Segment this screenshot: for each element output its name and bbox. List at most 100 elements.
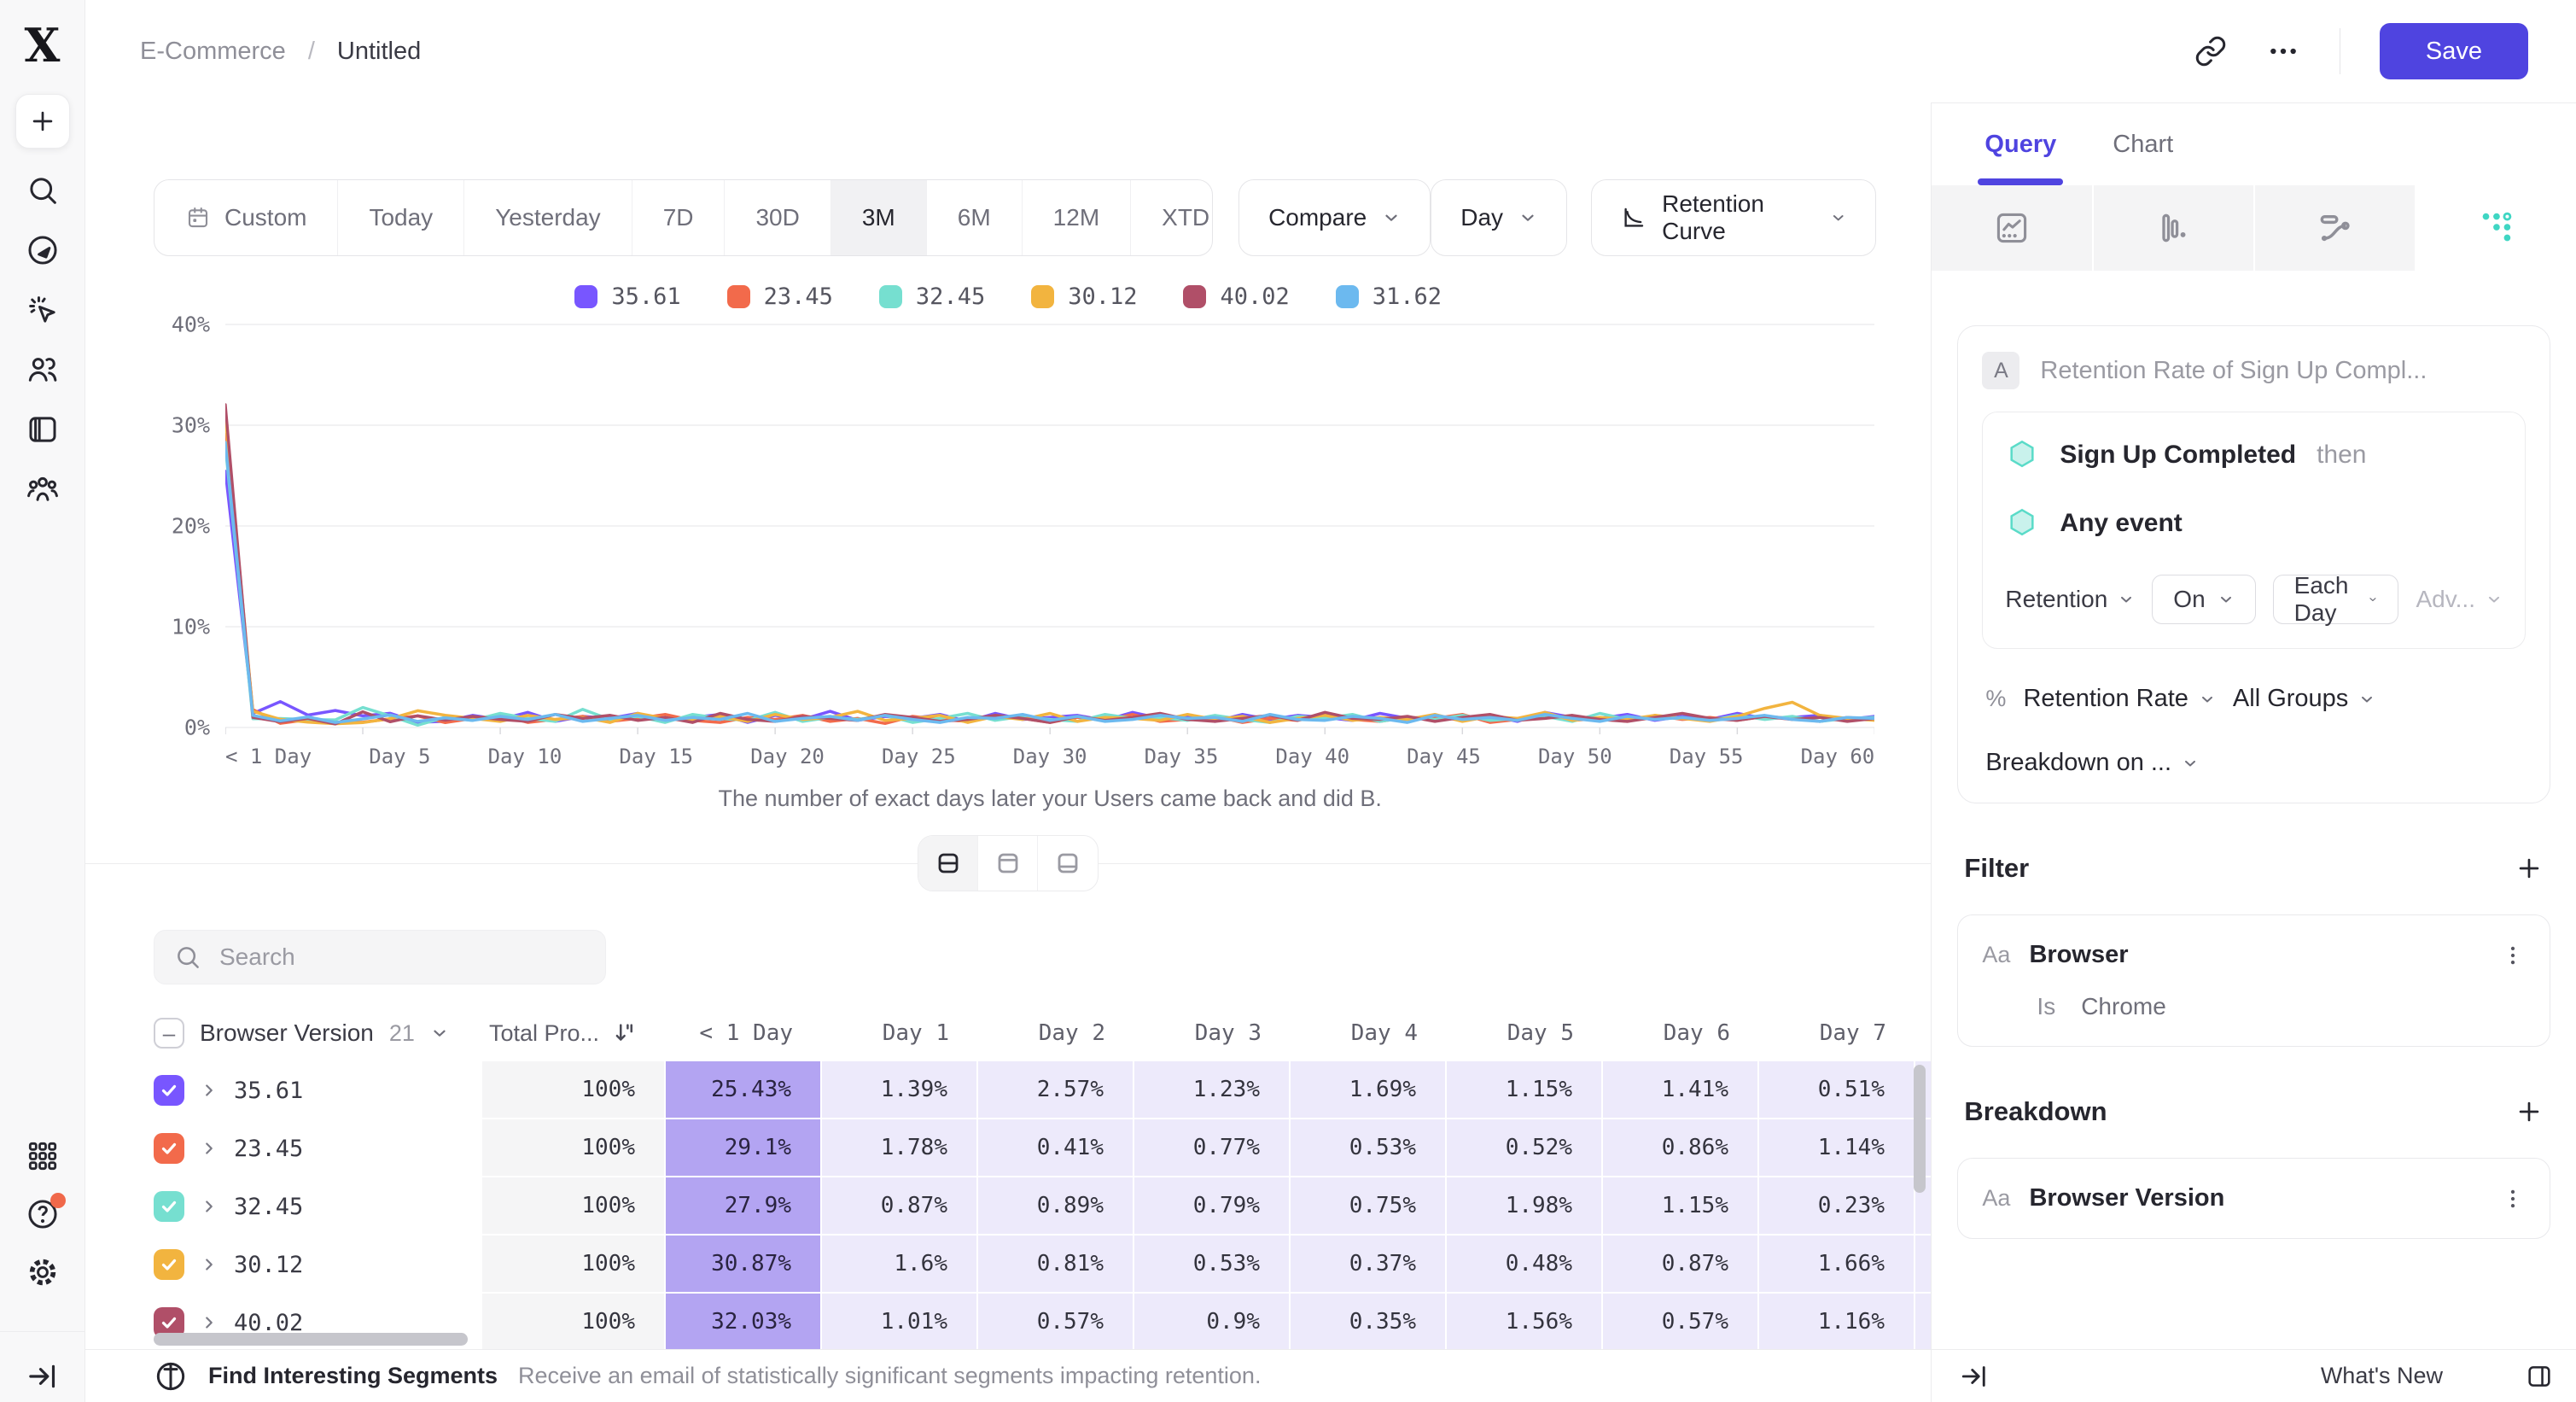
retention-cell[interactable]: 1.98% [1447,1177,1603,1236]
retention-cell[interactable]: 1.14% [1759,1119,1915,1177]
measure-dropdown[interactable]: Retention Rate [2023,685,2215,713]
legend-item[interactable]: 31.62 [1336,283,1442,310]
retention-cell[interactable]: 0.53% [1134,1236,1291,1294]
retention-cell[interactable]: 0.51% [1759,1061,1915,1119]
users-icon[interactable] [23,350,62,389]
retention-cell[interactable]: 0.37% [1291,1236,1447,1294]
retention-cell[interactable]: 0.86% [1603,1119,1759,1177]
row-expand-icon[interactable] [200,1197,219,1216]
time-range-6m[interactable]: 6M [927,180,1023,255]
row-expand-icon[interactable] [200,1255,219,1274]
filter-kebab-icon[interactable] [2500,943,2526,968]
compare-button[interactable]: Compare [1238,179,1431,256]
row-checkbox[interactable] [154,1133,184,1164]
tab-chart[interactable]: Chart [2113,103,2173,185]
retention-cell[interactable]: 1.23% [1134,1061,1291,1119]
segments-footer-title[interactable]: Find Interesting Segments [208,1363,498,1389]
more-options-icon[interactable] [2266,34,2300,68]
compass-icon[interactable] [23,231,62,270]
search-input[interactable] [219,943,586,971]
retention-cell[interactable]: 1.69% [1291,1061,1447,1119]
expand-sidebar-icon[interactable] [23,1351,62,1402]
retention-cell[interactable]: 30.87% [666,1236,822,1294]
funnels-report-button[interactable] [2094,185,2255,271]
insights-report-button[interactable] [1932,185,2093,271]
retention-cell[interactable]: 1.41% [1603,1061,1759,1119]
retention-cell[interactable]: 1.16% [1759,1294,1915,1349]
day-column-header[interactable]: Day 1 [822,1005,978,1061]
layout-chart-button[interactable] [978,836,1038,891]
segments-footer[interactable]: Find Interesting Segments Receive an ema… [85,1349,1931,1402]
time-range-7d[interactable]: 7D [632,180,726,255]
select-all-checkbox[interactable]: – [154,1018,184,1049]
tab-query[interactable]: Query [1984,103,2056,185]
layout-split-button[interactable] [918,836,978,891]
day-column-header[interactable]: Day 6 [1603,1005,1759,1061]
retention-cell[interactable]: 0.35% [1291,1294,1447,1349]
retention-cell[interactable]: 0.9% [1134,1294,1291,1349]
chevron-down-icon[interactable] [430,1024,449,1043]
cohorts-icon[interactable] [23,470,62,509]
retention-cell[interactable]: 0.57% [978,1294,1134,1349]
time-range-3m[interactable]: 3M [831,180,927,255]
groups-dropdown[interactable]: All Groups [2233,685,2375,713]
retention-cell[interactable]: 1.15% [1447,1061,1603,1119]
day-column-header[interactable]: Day 7 [1759,1005,1915,1061]
on-dropdown[interactable]: On [2152,575,2255,624]
retention-cell[interactable]: 0.52% [1447,1119,1603,1177]
time-range-yesterday[interactable]: Yesterday [464,180,632,255]
retention-cell[interactable]: 0.77% [1134,1119,1291,1177]
row-expand-icon[interactable] [200,1139,219,1158]
layout-table-button[interactable] [1038,836,1098,891]
retention-report-button[interactable] [2416,185,2576,271]
advanced-dropdown[interactable]: Adv... [2416,586,2503,613]
retention-cell[interactable]: 0.41% [978,1119,1134,1177]
query-header[interactable]: A Retention Rate of Sign Up Compl... [1982,352,2526,389]
legend-item[interactable]: 35.61 [574,283,680,310]
retention-cell[interactable]: 1.56% [1447,1294,1603,1349]
retention-cell[interactable]: 0.87% [1603,1236,1759,1294]
whats-new-link[interactable]: What's New [2321,1363,2443,1389]
cursor-click-icon[interactable] [23,290,62,330]
breadcrumb-report-title[interactable]: Untitled [337,38,421,66]
total-column-header[interactable]: Total Pro... [482,1005,666,1061]
collapse-panel-icon[interactable] [1959,1361,1990,1392]
flows-report-button[interactable] [2255,185,2416,271]
retention-cell[interactable]: 0.75% [1291,1177,1447,1236]
filter-value[interactable]: Chrome [2081,993,2166,1020]
retention-cell[interactable]: 0.89% [978,1177,1134,1236]
chart-plot-area[interactable] [225,319,1874,736]
day-column-header[interactable]: < 1 Day [666,1005,822,1061]
event-row-a[interactable]: Sign Up Completed then [2005,438,2503,472]
filter-operator[interactable]: Is [2037,993,2055,1020]
breakdown-on-dropdown[interactable]: Breakdown on ... [1985,749,2199,777]
row-expand-icon[interactable] [200,1081,219,1100]
time-range-custom[interactable]: Custom [154,180,338,255]
retention-cell[interactable]: 1.78% [822,1119,978,1177]
retention-cell[interactable]: 27.9% [666,1177,822,1236]
apps-grid-icon[interactable] [23,1136,62,1176]
retention-cell[interactable]: 0.87% [822,1177,978,1236]
day-column-header[interactable]: Day 2 [978,1005,1134,1061]
retention-cell[interactable]: 0.53% [1291,1119,1447,1177]
retention-cell[interactable]: 2.57% [978,1061,1134,1119]
retention-type-dropdown[interactable]: Retention [2005,586,2135,613]
retention-cell[interactable]: 25.43% [666,1061,822,1119]
retention-cell[interactable]: 1.39% [822,1061,978,1119]
boards-icon[interactable] [23,410,62,449]
retention-cell[interactable]: 1.66% [1759,1236,1915,1294]
legend-item[interactable]: 32.45 [879,283,985,310]
day-column-header[interactable]: Day 4 [1291,1005,1447,1061]
retention-cell[interactable]: 1.01% [822,1294,978,1349]
add-filter-button[interactable] [2515,854,2544,883]
legend-item[interactable]: 30.12 [1031,283,1137,310]
breadcrumb-project[interactable]: E-Commerce [140,38,286,66]
chart-type-dropdown[interactable]: Retention Curve [1591,179,1876,256]
side-panel-icon[interactable] [2525,1362,2554,1391]
time-range-today[interactable]: Today [338,180,464,255]
each-day-dropdown[interactable]: Each Day [2273,575,2399,624]
table-vertical-scrollbar[interactable] [1914,1065,1926,1193]
create-new-button[interactable] [15,94,70,149]
help-icon[interactable] [23,1195,62,1234]
table-horizontal-scrollbar[interactable] [154,1333,468,1346]
